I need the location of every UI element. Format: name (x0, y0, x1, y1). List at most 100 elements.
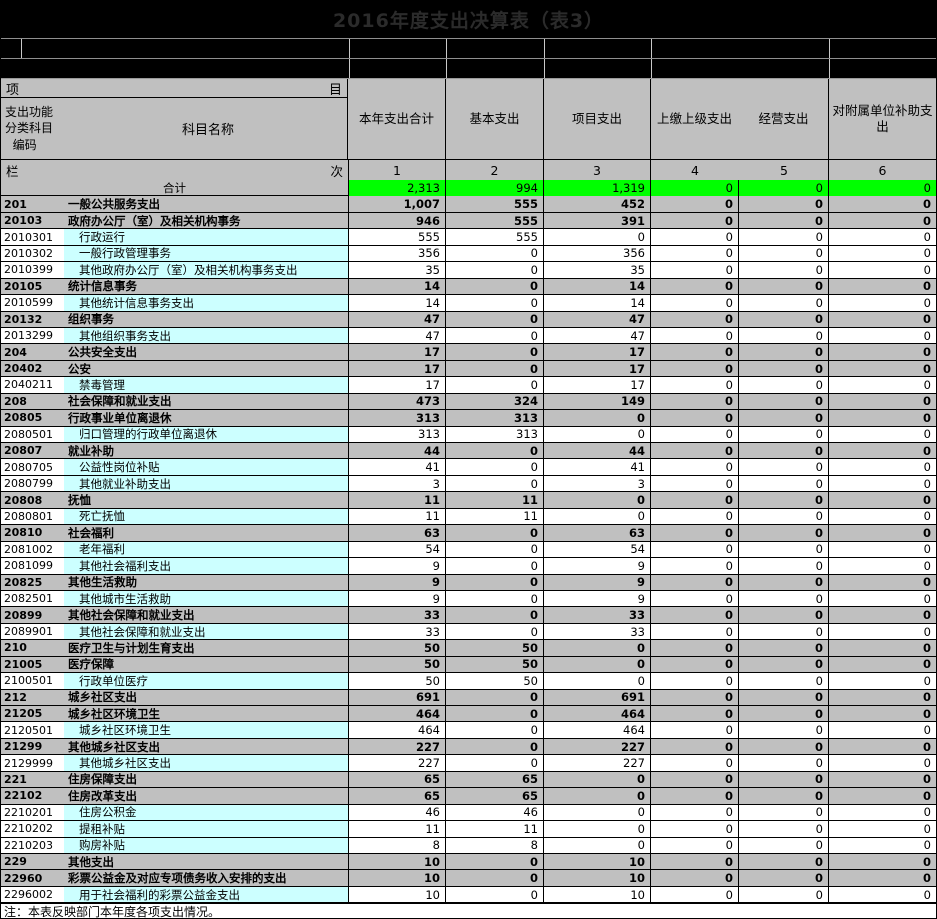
item-left-label: 项 (6, 79, 19, 98)
row-value: 0 (738, 377, 828, 392)
row-code: 20132 (1, 312, 64, 327)
row-code: 2210202 (1, 821, 64, 836)
row-value: 0 (738, 492, 828, 507)
row-value: 11 (348, 509, 445, 524)
row-value: 0 (445, 279, 543, 294)
row-name: 行政单位医疗 (64, 673, 348, 688)
row-value: 0 (828, 673, 936, 688)
row-value: 0 (828, 542, 936, 557)
row-value: 0 (738, 246, 828, 261)
row-value: 63 (348, 525, 445, 540)
row-value: 0 (828, 344, 936, 359)
row-code: 2080799 (1, 476, 64, 491)
row-value: 313 (348, 427, 445, 442)
row-value: 0 (650, 295, 738, 310)
row-value: 0 (650, 344, 738, 359)
row-value: 0 (738, 312, 828, 327)
table-body: 合计 2,313 994 1,319 0 0 0 201 一般公共服务支出 1,… (1, 180, 936, 903)
row-name: 其他政府办公厅（室）及相关机构事务支出 (64, 262, 348, 277)
table-row: 2080501 归口管理的行政单位离退休 313 313 0 0 0 0 (1, 427, 936, 443)
row-name: 统计信息事务 (64, 279, 348, 294)
row-value: 0 (650, 377, 738, 392)
row-value: 0 (828, 328, 936, 343)
row-value: 0 (445, 854, 543, 869)
row-value: 0 (650, 870, 738, 885)
row-value: 0 (828, 706, 936, 721)
row-value: 0 (738, 361, 828, 376)
row-value: 10 (543, 870, 650, 885)
row-code: 22960 (1, 870, 64, 885)
column-header-basic: 基本支出 (445, 79, 543, 159)
row-value: 14 (543, 295, 650, 310)
table-row: 21005 医疗保障 50 50 0 0 0 0 (1, 657, 936, 673)
column-header-subsidy: 对附属单位补助支出 (828, 79, 936, 159)
table-row: 20402 公安 17 0 17 0 0 0 (1, 361, 936, 377)
total-value: 2,313 (348, 180, 445, 196)
ci-label: 次 (330, 161, 343, 180)
row-name: 其他社会保障和就业支出 (64, 624, 348, 639)
table-row: 21299 其他城乡社区支出 227 0 227 0 0 0 (1, 739, 936, 755)
row-value: 0 (738, 394, 828, 409)
table-row: 22960 彩票公益金及对应专项债务收入安排的支出 10 0 10 0 0 0 (1, 870, 936, 886)
row-name: 一般公共服务支出 (64, 196, 348, 211)
row-name: 用于社会福利的彩票公益金支出 (64, 887, 348, 902)
row-value: 0 (828, 755, 936, 770)
row-value: 691 (543, 690, 650, 705)
row-value: 0 (445, 459, 543, 474)
row-value: 0 (828, 772, 936, 787)
row-code: 2081002 (1, 542, 64, 557)
row-code: 22102 (1, 788, 64, 803)
row-name: 归口管理的行政单位离退休 (64, 427, 348, 442)
row-value: 9 (348, 558, 445, 573)
row-value: 0 (445, 575, 543, 590)
row-value: 9 (543, 591, 650, 606)
row-value: 3 (348, 476, 445, 491)
row-name: 提租补贴 (64, 821, 348, 836)
row-value: 0 (650, 575, 738, 590)
code-name-header: 支出功能 分类科目 编码 科目名称 (1, 98, 347, 159)
table-row: 2129999 其他城乡社区支出 227 0 227 0 0 0 (1, 755, 936, 771)
row-value: 0 (650, 887, 738, 902)
row-value: 0 (738, 295, 828, 310)
spacer-cell (446, 39, 544, 58)
row-name: 公共安全支出 (64, 344, 348, 359)
row-value: 0 (828, 394, 936, 409)
row-value: 44 (543, 443, 650, 458)
table-row: 2040211 禁毒管理 17 0 17 0 0 0 (1, 377, 936, 393)
row-name: 其他城市生活救助 (64, 591, 348, 606)
row-value: 14 (543, 279, 650, 294)
row-value: 0 (828, 591, 936, 606)
row-value: 555 (348, 229, 445, 244)
spacer-cell (651, 59, 829, 78)
row-value: 65 (445, 788, 543, 803)
row-value: 0 (445, 525, 543, 540)
row-value: 0 (738, 558, 828, 573)
row-name: 城乡社区环境卫生 (64, 722, 348, 737)
row-code: 208 (1, 394, 64, 409)
row-name: 死亡抚恤 (64, 509, 348, 524)
column-header-upper: 上缴上级支出 (651, 111, 739, 127)
table-row: 204 公共安全支出 17 0 17 0 0 0 (1, 344, 936, 360)
lanci-left-cell: 栏 次 (1, 160, 348, 180)
row-value: 313 (445, 410, 543, 425)
spacer-cell (544, 59, 651, 78)
row-value: 0 (650, 229, 738, 244)
row-value: 0 (650, 624, 738, 639)
row-value: 0 (650, 854, 738, 869)
row-value: 0 (738, 229, 828, 244)
row-value: 54 (348, 542, 445, 557)
row-value: 555 (445, 213, 543, 228)
row-value: 464 (348, 722, 445, 737)
table-row: 221 住房保障支出 65 65 0 0 0 0 (1, 772, 936, 788)
row-value: 11 (348, 821, 445, 836)
spacer-cell (544, 39, 651, 58)
row-value: 14 (348, 279, 445, 294)
spacer-cell (446, 59, 544, 78)
row-value: 65 (348, 788, 445, 803)
row-value: 0 (445, 262, 543, 277)
row-value: 0 (445, 624, 543, 639)
row-value: 0 (738, 459, 828, 474)
row-code: 2129999 (1, 755, 64, 770)
row-value: 0 (650, 361, 738, 376)
row-code: 2081099 (1, 558, 64, 573)
